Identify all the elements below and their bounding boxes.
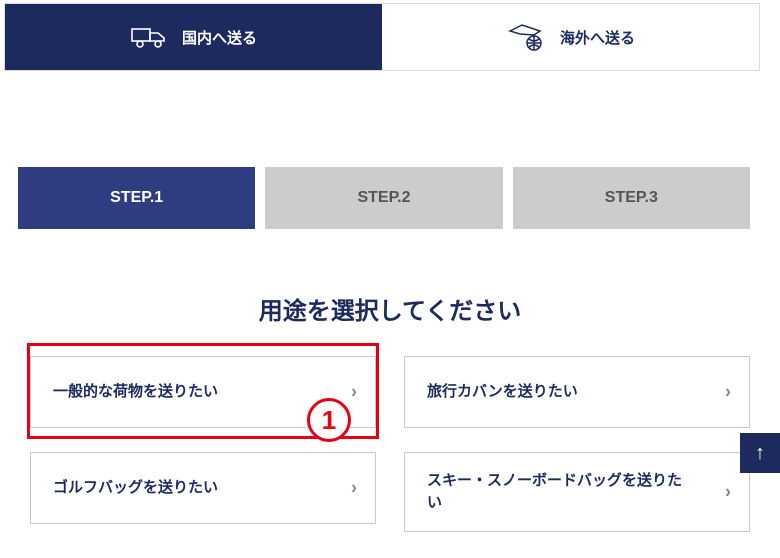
chevron-right-icon: ›	[725, 482, 731, 503]
chevron-right-icon: ›	[725, 382, 731, 403]
option-golf-bag[interactable]: ゴルフバッグを送りたい ›	[30, 452, 376, 524]
tab-domestic-label: 国内へ送る	[182, 27, 257, 48]
option-ski-snowboard-bag[interactable]: スキー・スノーボードバッグを送りたい ›	[404, 452, 750, 532]
option-general-package[interactable]: 一般的な荷物を送りたい ›	[30, 356, 376, 428]
step-progress: STEP.1 STEP.2 STEP.3	[18, 167, 760, 229]
step-3-label: STEP.3	[605, 189, 658, 207]
plane-globe-icon	[506, 21, 548, 53]
option-label: 一般的な荷物を送りたい	[53, 381, 218, 404]
step-3: STEP.3	[513, 167, 750, 229]
purpose-options: 一般的な荷物を送りたい › 旅行カバンを送りたい › ゴルフバッグを送りたい ›…	[30, 356, 750, 532]
tab-international[interactable]: 海外へ送る	[382, 4, 759, 70]
step-2: STEP.2	[265, 167, 502, 229]
tab-domestic[interactable]: 国内へ送る	[5, 4, 382, 70]
chevron-right-icon: ›	[351, 382, 357, 403]
truck-icon	[130, 23, 170, 51]
tab-international-label: 海外へ送る	[560, 27, 635, 48]
option-label: 旅行カバンを送りたい	[427, 381, 578, 404]
step-1-label: STEP.1	[110, 189, 163, 207]
shipping-destination-tabs: 国内へ送る 海外へ送る	[4, 3, 760, 71]
arrow-up-icon: ↑	[755, 442, 765, 465]
step-1: STEP.1	[18, 167, 255, 229]
page-heading: 用途を選択してください	[0, 291, 780, 326]
option-label: スキー・スノーボードバッグを送りたい	[427, 470, 687, 515]
step-2-label: STEP.2	[357, 189, 410, 207]
option-label: ゴルフバッグを送りたい	[53, 477, 218, 500]
option-travel-bag[interactable]: 旅行カバンを送りたい ›	[404, 356, 750, 428]
scroll-to-top-button[interactable]: ↑	[740, 433, 780, 473]
chevron-right-icon: ›	[351, 478, 357, 499]
